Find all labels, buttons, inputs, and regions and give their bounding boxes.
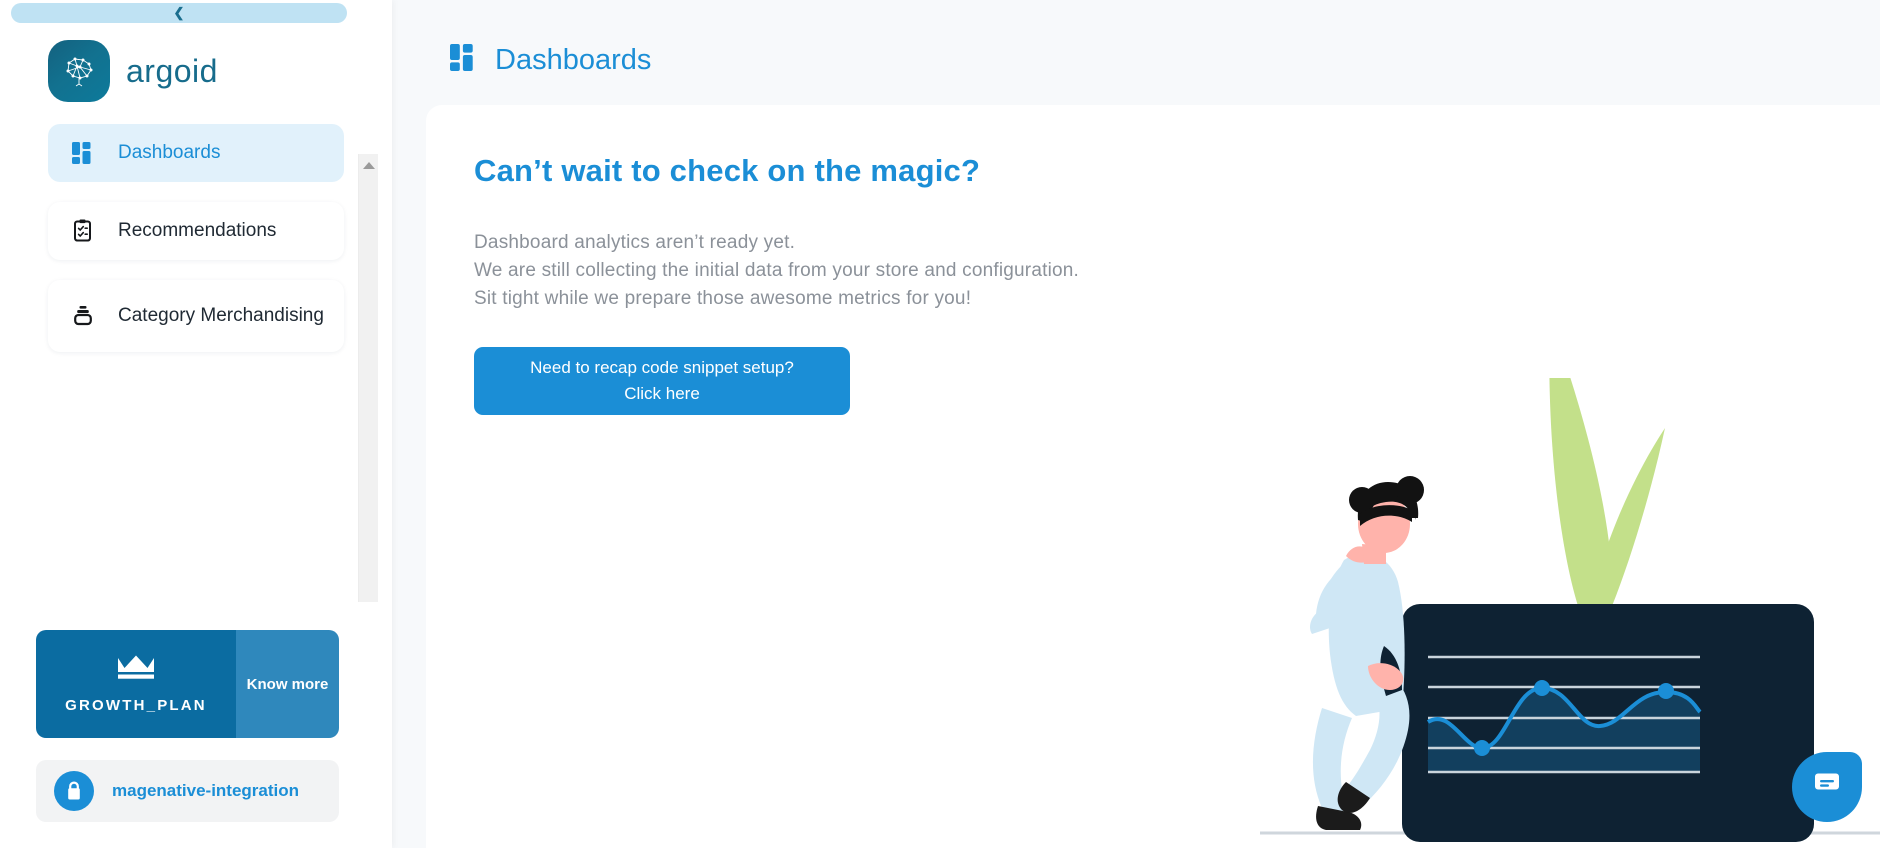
content-card: Can’t wait to check on the magic? Dashbo…	[426, 105, 1880, 848]
analytics-dashboard-illustration	[1260, 378, 1880, 842]
plan-name: GROWTH_PLAN	[65, 697, 207, 714]
know-more-label: Know more	[246, 675, 329, 693]
page-title: Dashboards	[495, 43, 652, 76]
scroll-up-arrow-icon[interactable]	[362, 162, 375, 169]
layers-stack-icon	[70, 303, 96, 329]
app-root: ❮ argoid Dashboards Recommendations Cate…	[0, 0, 1880, 848]
brain-network-icon	[48, 40, 110, 102]
dashboard-grid-icon	[70, 140, 96, 166]
body-line: Sit tight while we prepare those awesome…	[474, 288, 972, 309]
chevron-left-icon: ❮	[173, 4, 185, 20]
clipboard-check-icon	[70, 218, 96, 244]
hero-title: Can’t wait to check on the magic?	[474, 153, 981, 188]
shopping-bag-icon	[54, 771, 94, 811]
brand-name: argoid	[126, 52, 218, 89]
cta-line-2: Click here	[624, 384, 700, 403]
plan-info: GROWTH_PLAN	[36, 630, 236, 738]
know-more-button[interactable]: Know more	[236, 630, 339, 738]
crown-icon	[115, 654, 157, 687]
brand-logo[interactable]: argoid	[0, 12, 378, 108]
sidebar-item-label: Category Merchandising	[118, 304, 324, 326]
main-content: Dashboards Can’t wait to check on the ma…	[392, 0, 1880, 848]
sidebar-footer: GROWTH_PLAN Know more magenative-integra…	[0, 630, 392, 848]
sidebar-item-recommendations[interactable]: Recommendations	[48, 202, 344, 260]
page-header: Dashboards	[392, 0, 1880, 86]
body-line: We are still collecting the initial data…	[474, 260, 1080, 281]
cta-line-1: Need to recap code snippet setup?	[530, 358, 794, 377]
sidebar-item-dashboards[interactable]: Dashboards	[48, 124, 344, 182]
integration-label: magenative-integration	[112, 781, 300, 800]
chat-support-button[interactable]	[1792, 752, 1862, 822]
hero-body: Dashboard analytics aren’t ready yet. We…	[474, 229, 1880, 313]
sidebar-item-category-merchandising[interactable]: Category Merchandising	[48, 280, 344, 352]
sidebar-item-label: Dashboards	[118, 141, 221, 163]
sidebar-nav: Dashboards Recommendations Category Merc…	[0, 124, 378, 352]
sidebar: ❮ argoid Dashboards Recommendations Cate…	[0, 0, 392, 848]
growth-plan-card[interactable]: GROWTH_PLAN Know more	[36, 630, 339, 738]
sidebar-item-label: Recommendations	[118, 219, 277, 241]
sidebar-scroll-area: argoid Dashboards Recommendations Catego…	[0, 12, 378, 602]
body-line: Dashboard analytics aren’t ready yet.	[474, 232, 796, 253]
dashboard-grid-icon	[450, 44, 477, 76]
sidebar-scrollbar[interactable]	[358, 154, 378, 602]
chat-message-icon	[1812, 772, 1842, 803]
integration-item[interactable]: magenative-integration	[36, 760, 339, 822]
sidebar-collapse-button[interactable]: ❮	[11, 3, 347, 23]
recap-code-snippet-button[interactable]: Need to recap code snippet setup? Click …	[474, 347, 850, 415]
